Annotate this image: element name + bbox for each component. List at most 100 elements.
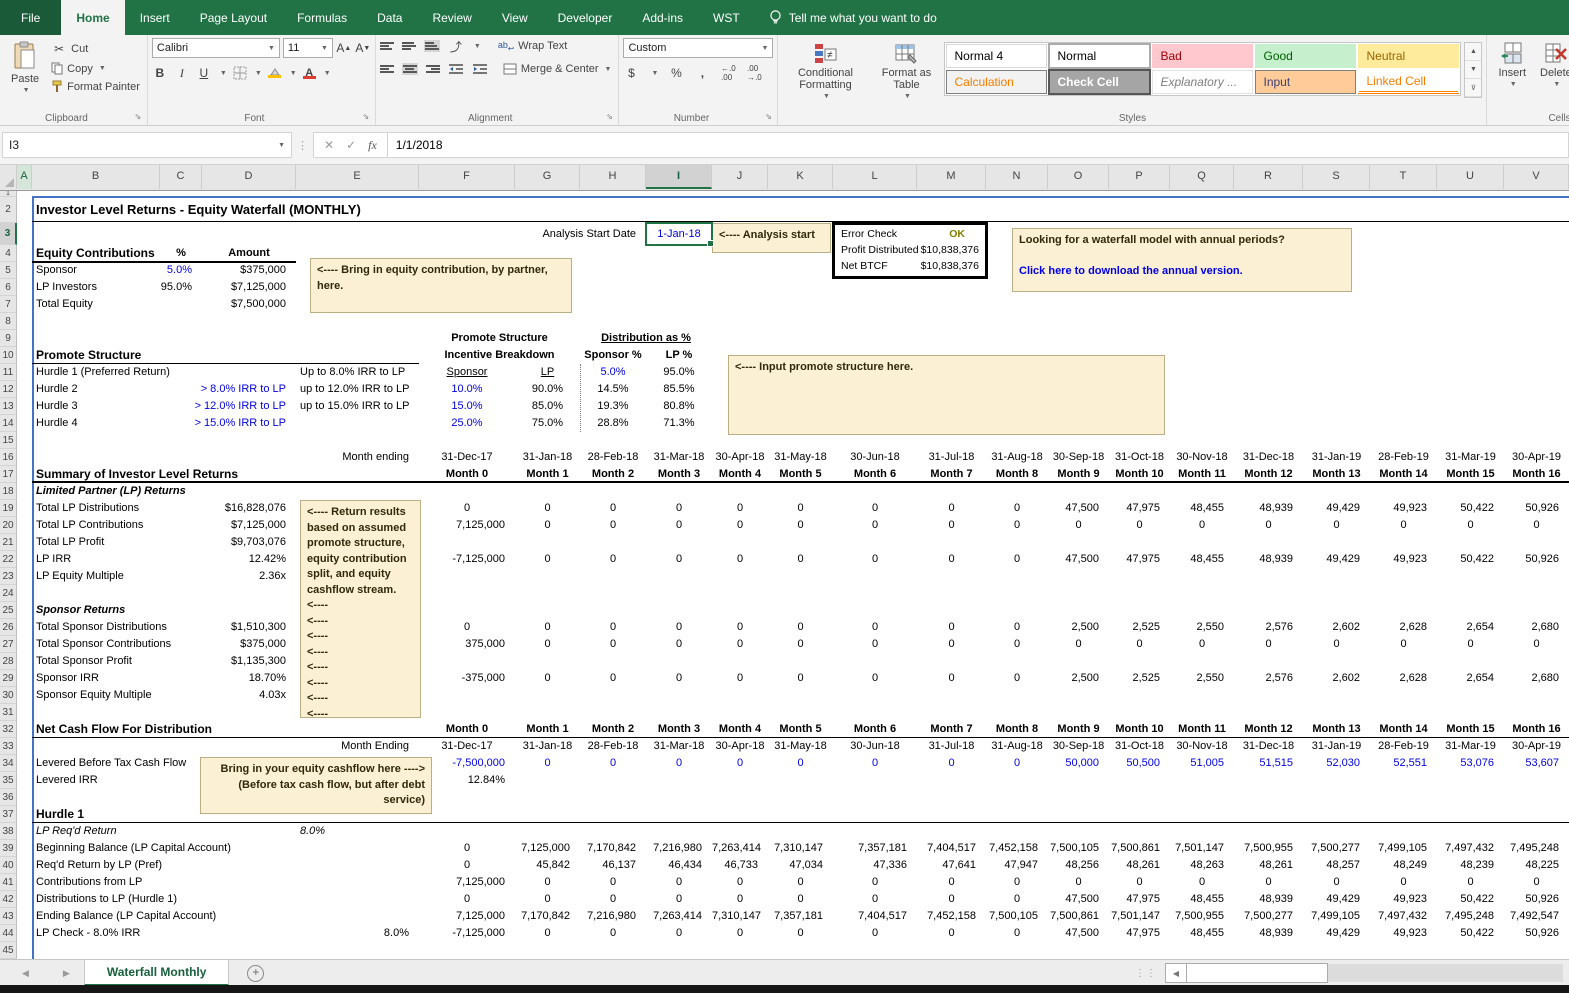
cell-B30[interactable]: Sponsor Equity Multiple xyxy=(32,687,160,704)
cell-I19[interactable]: 0 xyxy=(646,500,712,517)
cell-M44[interactable]: 0 xyxy=(917,925,986,942)
column-header-R[interactable]: R xyxy=(1234,164,1303,189)
cell-E33[interactable]: Month Ending xyxy=(296,738,419,755)
cell-F11[interactable]: Sponsor xyxy=(419,364,515,381)
cell-C5[interactable]: 5.0% xyxy=(160,262,202,279)
cell-H19[interactable]: 0 xyxy=(580,500,646,517)
cell-R34[interactable]: 51,515 xyxy=(1234,755,1303,772)
cell-V33[interactable]: 30-Apr-19 xyxy=(1504,738,1569,755)
select-all-corner[interactable] xyxy=(0,164,17,189)
cell-Q27[interactable]: 0 xyxy=(1170,636,1234,653)
row-header-42[interactable]: 42 xyxy=(0,891,17,908)
cell-I12[interactable]: 85.5% xyxy=(646,381,712,398)
cell-H22[interactable]: 0 xyxy=(580,551,646,568)
cell-K33[interactable]: 31-May-18 xyxy=(768,738,833,755)
cell-F29[interactable]: -375,000 xyxy=(419,670,515,687)
cell-K27[interactable]: 0 xyxy=(768,636,833,653)
row-header-41[interactable]: 41 xyxy=(0,874,17,891)
cell-T33[interactable]: 28-Feb-19 xyxy=(1370,738,1437,755)
cell-P39[interactable]: 7,500,861 xyxy=(1109,840,1170,857)
tab-file[interactable]: File xyxy=(0,0,62,35)
cell-G32[interactable]: Month 1 xyxy=(515,721,580,738)
cell-L39[interactable]: 7,357,181 xyxy=(833,840,917,857)
cell-R39[interactable]: 7,500,955 xyxy=(1234,840,1303,857)
row-header-16[interactable]: 16 xyxy=(0,449,17,466)
cell-G39[interactable]: 7,125,000 xyxy=(515,840,580,857)
cell-M32[interactable]: Month 7 xyxy=(917,721,986,738)
underline-dropdown-arrow[interactable]: ▼ xyxy=(220,70,227,77)
cell-H43[interactable]: 7,216,980 xyxy=(580,908,646,925)
cell-H33[interactable]: 28-Feb-18 xyxy=(580,738,646,755)
column-header-E[interactable]: E xyxy=(296,164,419,189)
cell-F12[interactable]: 10.0% xyxy=(419,381,515,398)
cell-J40[interactable]: 46,733 xyxy=(712,857,768,874)
cell-I40[interactable]: 46,434 xyxy=(646,857,712,874)
cell-N22[interactable]: 0 xyxy=(986,551,1048,568)
row-header-27[interactable]: 27 xyxy=(0,636,17,653)
cell-N33[interactable]: 31-Aug-18 xyxy=(986,738,1048,755)
cell-S19[interactable]: 49,429 xyxy=(1303,500,1370,517)
cell-T34[interactable]: 52,551 xyxy=(1370,755,1437,772)
cell-M16[interactable]: 31-Jul-18 xyxy=(917,449,986,466)
font-size-select[interactable]: 11 ▼ xyxy=(282,38,333,58)
cell-style-good[interactable]: Good xyxy=(1255,44,1357,68)
cell-J44[interactable]: 0 xyxy=(712,925,768,942)
cell-T29[interactable]: 2,628 xyxy=(1370,670,1437,687)
column-header-A[interactable]: A xyxy=(17,164,32,189)
cell-R29[interactable]: 2,576 xyxy=(1234,670,1303,687)
cell-B23[interactable]: LP Equity Multiple xyxy=(32,568,160,585)
cell-K20[interactable]: 0 xyxy=(768,517,833,534)
cell-I11[interactable]: 95.0% xyxy=(646,364,712,381)
cell-C14[interactable]: > 15.0% IRR to LP xyxy=(160,415,296,432)
cell-N27[interactable]: 0 xyxy=(986,636,1048,653)
row-header-29[interactable]: 29 xyxy=(0,670,17,687)
cell-M39[interactable]: 7,404,517 xyxy=(917,840,986,857)
cell-F35[interactable]: 12.84% xyxy=(419,772,515,789)
cell-E16[interactable]: Month ending xyxy=(296,449,419,466)
cell-B38[interactable]: LP Req'd Return xyxy=(32,823,160,840)
column-header-S[interactable]: S xyxy=(1303,164,1370,189)
gallery-scroll-up-icon[interactable]: ▲ xyxy=(1465,43,1482,61)
row-header-33[interactable]: 33 xyxy=(0,738,17,755)
cell-V16[interactable]: 30-Apr-19 xyxy=(1504,449,1569,466)
column-header-M[interactable]: M xyxy=(917,164,986,189)
cell-D27[interactable]: $375,000 xyxy=(202,636,296,653)
bold-button[interactable]: B xyxy=(152,65,168,81)
column-header-H[interactable]: H xyxy=(580,164,646,189)
italic-button[interactable]: I xyxy=(174,65,190,81)
row-header-2[interactable]: 2 xyxy=(0,197,17,223)
cell-N20[interactable]: 0 xyxy=(986,517,1048,534)
cell-J32[interactable]: Month 4 xyxy=(712,721,768,738)
cell-N40[interactable]: 47,947 xyxy=(986,857,1048,874)
row-header-1[interactable]: 1 xyxy=(0,190,17,197)
cell-N39[interactable]: 7,452,158 xyxy=(986,840,1048,857)
cell-style-calc[interactable]: Calculation xyxy=(946,70,1048,94)
cell-K41[interactable]: 0 xyxy=(768,874,833,891)
cell-N26[interactable]: 0 xyxy=(986,619,1048,636)
align-bottom-icon[interactable] xyxy=(423,39,440,53)
cell-N34[interactable]: 0 xyxy=(986,755,1048,772)
cell-S44[interactable]: 49,429 xyxy=(1303,925,1370,942)
cell-T39[interactable]: 7,499,105 xyxy=(1370,840,1437,857)
cell-M34[interactable]: 0 xyxy=(917,755,986,772)
cell-M41[interactable]: 0 xyxy=(917,874,986,891)
cell-P20[interactable]: 0 xyxy=(1109,517,1170,534)
row-header-20[interactable]: 20 xyxy=(0,517,17,534)
row-header-45[interactable]: 45 xyxy=(0,942,17,959)
number-format-select[interactable]: Custom ▼ xyxy=(623,38,774,58)
cell-Q40[interactable]: 48,263 xyxy=(1170,857,1234,874)
cell-B28[interactable]: Total Sponsor Profit xyxy=(32,653,160,670)
cell-H12[interactable]: 14.5% xyxy=(580,381,646,398)
cell-S26[interactable]: 2,602 xyxy=(1303,619,1370,636)
cell-H20[interactable]: 0 xyxy=(580,517,646,534)
column-header-N[interactable]: N xyxy=(986,164,1048,189)
percent-style-icon[interactable]: % xyxy=(668,65,684,81)
horizontal-scrollbar[interactable]: ◀ xyxy=(1165,963,1563,983)
cell-F43[interactable]: 7,125,000 xyxy=(419,908,515,925)
font-color-button[interactable]: A xyxy=(302,67,316,79)
cell-N19[interactable]: 0 xyxy=(986,500,1048,517)
cell-M43[interactable]: 7,452,158 xyxy=(917,908,986,925)
cell-K29[interactable]: 0 xyxy=(768,670,833,687)
cell-N32[interactable]: Month 8 xyxy=(986,721,1048,738)
cell-Q33[interactable]: 30-Nov-18 xyxy=(1170,738,1234,755)
